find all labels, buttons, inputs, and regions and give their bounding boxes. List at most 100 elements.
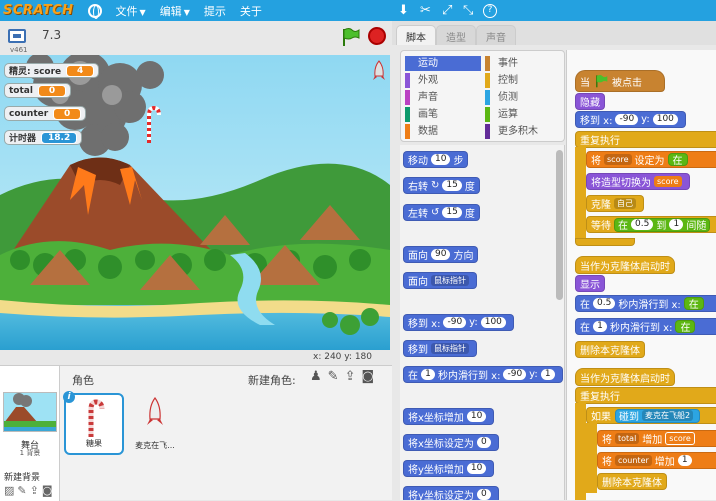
category-more-blocks[interactable]: 更多积木 <box>485 124 561 139</box>
category-sensing[interactable]: 侦测 <box>485 90 561 105</box>
menu-about[interactable]: 关于 <box>240 3 262 19</box>
info-icon[interactable]: i <box>63 391 75 403</box>
menu-edit[interactable]: 编辑 ▼ <box>160 3 190 19</box>
block-forever-2[interactable]: 重复执行 <box>575 387 716 404</box>
block-wait-random[interactable]: 等待在 0.5 到 1 间随 <box>586 216 716 233</box>
camera-backdrop-icon[interactable]: ◙ <box>42 484 56 497</box>
forever-c-arm <box>575 147 586 242</box>
shrink-icon[interactable]: ⤡ <box>463 3 473 18</box>
tab-scripts[interactable]: 脚本 <box>396 25 436 45</box>
grow-icon[interactable]: ⤢ <box>442 3 452 18</box>
menu-tips[interactable]: 提示 <box>204 3 226 19</box>
paint-backdrop-icon[interactable]: ▨ <box>4 484 17 497</box>
upload-backdrop-icon[interactable]: ⇪ <box>30 484 42 497</box>
new-sprite-label: 新建角色: <box>248 374 296 387</box>
block-when-flag-clicked[interactable]: 当 被点击 <box>575 70 665 92</box>
block-show[interactable]: 显示 <box>575 275 605 292</box>
sprites-heading: 角色 <box>72 374 94 387</box>
block-categories: 运动 外观 声音 画笔 数据 事件 控制 侦测 运算 更多积木 <box>400 50 565 142</box>
candy-cane-sprite[interactable] <box>145 105 161 145</box>
block-goto-xy[interactable]: 移到 x: -90 y: 100 <box>575 111 686 128</box>
stage[interactable]: 精灵: score 4 total 0 counter 0 计时器 18.2 <box>0 55 390 350</box>
language-globe-icon[interactable] <box>87 3 102 19</box>
category-looks[interactable]: 外观 <box>405 73 481 88</box>
category-sound[interactable]: 声音 <box>405 90 481 105</box>
project-title[interactable]: 7.3 <box>42 28 61 42</box>
block-goto[interactable]: 移到 鼠标指针 <box>403 340 477 357</box>
monitor-score[interactable]: 精灵: score 4 <box>4 63 100 78</box>
script-area[interactable]: 当 被点击 隐藏 移到 x: -90 y: 100 重复执行 将 score 设定为在 将… <box>566 50 716 500</box>
block-delete-clone-2[interactable]: 删除本克隆体 <box>597 473 667 490</box>
fullscreen-icon[interactable] <box>8 29 26 43</box>
rotate-left-icon: ↺ <box>431 207 440 218</box>
sprite-name: 糖果 <box>86 439 102 448</box>
block-point-direction[interactable]: 面向 90 方向 <box>403 246 479 263</box>
category-operators[interactable]: 运算 <box>485 107 561 122</box>
block-create-clone[interactable]: 克隆 自己 <box>586 195 644 212</box>
block-move-steps[interactable]: 移动 10 步 <box>403 151 469 168</box>
sprite-card-candy[interactable]: i 糖果 <box>63 391 124 455</box>
tab-costumes[interactable]: 造型 <box>436 25 476 45</box>
block-if-touching[interactable]: 如果 碰到 麦克在飞船2 <box>586 407 716 424</box>
camera-sprite-icon[interactable]: ◙ <box>361 369 380 384</box>
duplicate-stamp-icon[interactable]: ⬇ <box>398 3 409 18</box>
forever-end <box>575 238 635 246</box>
block-hide[interactable]: 隐藏 <box>575 93 605 110</box>
green-flag-icon[interactable] <box>340 27 360 47</box>
block-set-x[interactable]: 将x坐标设定为 0 <box>403 434 499 451</box>
block-point-towards[interactable]: 面向 鼠标指针 <box>403 272 477 289</box>
stage-column: 舞台 1 背景 新建背景 ▨✎⇪◙ <box>0 366 60 501</box>
sprite-pane: 舞台 1 背景 新建背景 ▨✎⇪◙ 角色 新建角色: ♟✎⇪◙ i 糖果 麦克在… <box>0 365 392 501</box>
block-set-variable[interactable]: 将 score 设定为在 <box>586 151 716 168</box>
rocket-sprite[interactable] <box>372 60 386 82</box>
stage-header: v461 7.3 <box>0 21 392 55</box>
block-forever[interactable]: 重复执行 <box>575 131 716 148</box>
block-palette: 移动 10 步 右转 ↻ 15 度 左转 ↺ 15 度 面向 90 方向 面向 鼠标指针 移到 x: -… <box>400 145 565 500</box>
block-change-counter[interactable]: 将 counter 增加 1 <box>597 452 716 469</box>
stop-icon[interactable] <box>368 27 386 45</box>
sprite-name: 麦克在飞... <box>135 441 175 450</box>
menu-file[interactable]: 文件 ▼ <box>116 3 146 19</box>
paint-sprite-icon[interactable]: ✎ <box>328 369 345 384</box>
category-control[interactable]: 控制 <box>485 73 561 88</box>
tab-sounds[interactable]: 声音 <box>476 25 516 45</box>
category-events[interactable]: 事件 <box>485 56 561 71</box>
block-set-y[interactable]: 将y坐标设定为 0 <box>403 486 499 500</box>
forever-2-c-arm <box>575 403 586 500</box>
if-c-arm <box>586 423 597 493</box>
block-when-clone-starts[interactable]: 当作为克隆体启动时 <box>575 256 675 274</box>
block-goto-xy[interactable]: 移到 x: -90 y: 100 <box>403 314 514 331</box>
block-glide-2[interactable]: 在 1 秒内滑行到 x: 在 <box>575 318 716 335</box>
block-change-total[interactable]: 将 total 增加 score <box>597 430 716 447</box>
block-glide[interactable]: 在 1 秒内滑行到 x: -90 y: 1 <box>403 366 563 383</box>
block-change-x[interactable]: 将x坐标增加 10 <box>403 408 495 425</box>
volcano-island-backdrop <box>0 55 390 350</box>
delete-scissors-icon[interactable]: ✂ <box>420 3 431 18</box>
menu-bar: SCRATCH 文件 ▼ 编辑 ▼ 提示 关于 ⬇ ✂ ⤢ ⤡ ? <box>0 0 716 21</box>
new-backdrop-label: 新建背景 <box>4 473 41 483</box>
monitor-total[interactable]: total 0 <box>4 83 71 98</box>
block-when-clone-starts-2[interactable]: 当作为克隆体启动时 <box>575 368 675 386</box>
help-icon[interactable]: ? <box>483 4 497 18</box>
block-turn-right[interactable]: 右转 ↻ 15 度 <box>403 177 480 194</box>
upload-sprite-icon[interactable]: ⇪ <box>345 369 362 384</box>
block-change-y[interactable]: 将y坐标增加 10 <box>403 460 495 477</box>
backdrop-count: 1 背景 <box>19 449 41 457</box>
category-pen[interactable]: 画笔 <box>405 107 481 122</box>
block-switch-costume[interactable]: 将造型切换为 score <box>586 173 690 190</box>
block-delete-clone[interactable]: 删除本克隆体 <box>575 341 645 358</box>
editor-tabs: 脚本 造型 声音 <box>392 21 716 45</box>
sprite-library-icon[interactable]: ♟ <box>310 369 328 384</box>
sprite-card-rocket[interactable]: 麦克在飞... <box>125 393 185 455</box>
block-turn-left[interactable]: 左转 ↺ 15 度 <box>403 204 480 221</box>
monitor-counter[interactable]: counter 0 <box>4 106 87 121</box>
block-glide-1[interactable]: 在 0.5 秒内滑行到 x: 在 <box>575 295 716 312</box>
palette-scrollbar[interactable] <box>556 150 563 300</box>
category-data[interactable]: 数据 <box>405 124 481 139</box>
scratch-logo[interactable]: SCRATCH <box>3 3 74 18</box>
brush-backdrop-icon[interactable]: ✎ <box>17 484 29 497</box>
green-flag-icon <box>596 75 608 88</box>
category-motion[interactable]: 运动 <box>405 56 481 71</box>
stage-thumbnail[interactable] <box>3 392 57 432</box>
monitor-timer[interactable]: 计时器 18.2 <box>4 130 83 145</box>
